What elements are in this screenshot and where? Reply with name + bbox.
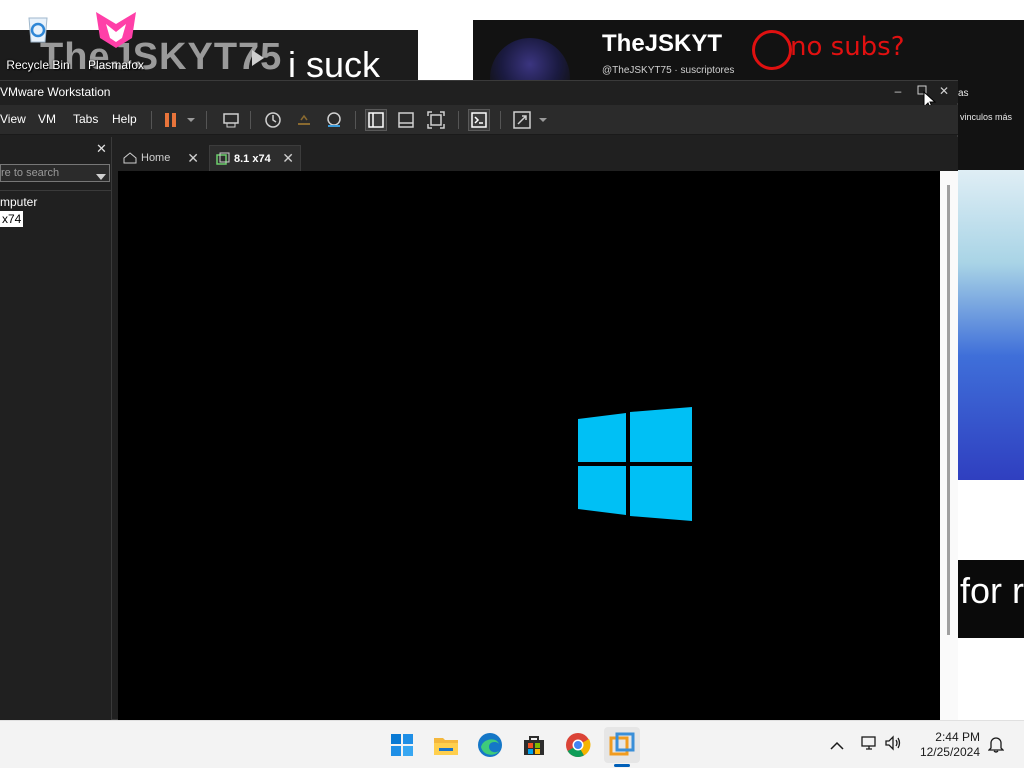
minimize-button[interactable]: – <box>886 81 910 103</box>
send-ctrl-alt-del-icon[interactable] <box>220 109 242 131</box>
wallpaper-bottom-block <box>958 638 1024 720</box>
menu-vm[interactable]: VM <box>38 112 56 126</box>
running-indicator <box>614 764 630 767</box>
tab-bar: Home ✕ 8.1 x74 ✕ <box>113 137 958 171</box>
play-triangle-icon <box>252 50 264 66</box>
clock-date: 12/25/2024 <box>919 745 980 759</box>
menu-toolbar: View VM Tabs Help <box>0 105 958 135</box>
library-search-input[interactable]: re to search <box>0 164 110 182</box>
windows-start-icon <box>391 734 413 756</box>
desktop-icon-label: Recycle Bin <box>6 58 70 72</box>
tab-vm[interactable]: 8.1 x74 ✕ <box>209 145 301 171</box>
menu-help[interactable]: Help <box>112 112 137 126</box>
window-title: VMware Workstation <box>0 85 111 99</box>
handwritten-note: no subs? <box>790 32 905 62</box>
wallpaper-side-text: vinculos más <box>960 112 1013 122</box>
vmware-window: VMware Workstation – ✕ View VM Tabs Help… <box>0 80 958 721</box>
toolbar-separator <box>250 111 251 129</box>
start-button[interactable] <box>384 727 420 763</box>
pause-icon[interactable] <box>160 109 182 131</box>
taskbar-chrome[interactable] <box>560 727 596 763</box>
revert-snapshot-icon[interactable] <box>293 109 315 131</box>
tab-label: 8.1 x74 <box>234 152 271 165</box>
channel-subline: @TheJSKYT75 · suscriptores <box>602 65 735 76</box>
desktop-icon-recycle-bin[interactable]: Recycle Bin <box>4 10 72 72</box>
volume-icon[interactable] <box>884 735 902 756</box>
home-icon <box>123 152 137 164</box>
network-icon[interactable] <box>860 735 878 756</box>
taskbar-vmware[interactable] <box>604 727 640 763</box>
clock-time: 2:44 PM <box>935 730 980 744</box>
vmware-icon <box>609 732 635 756</box>
desktop-icon-plasmafox[interactable]: Plasmafox <box>82 10 150 72</box>
folder-icon <box>434 738 458 755</box>
snapshot-icon[interactable] <box>262 109 284 131</box>
show-library-icon[interactable] <box>365 109 387 131</box>
vm-icon <box>216 152 230 165</box>
windows-logo-icon <box>578 407 692 521</box>
wallpaper-side-text-top: as <box>958 88 969 99</box>
close-tab-icon[interactable]: ✕ <box>282 150 294 167</box>
toolbar-separator <box>151 111 152 129</box>
taskbar-file-explorer[interactable] <box>428 727 464 763</box>
toolbar-separator <box>206 111 207 129</box>
title-bar[interactable]: VMware Workstation – ✕ <box>0 81 958 111</box>
library-tree: mputer x74 <box>0 190 112 721</box>
chevron-down-icon[interactable] <box>536 109 550 131</box>
show-thumbnail-bar-icon[interactable] <box>395 109 417 131</box>
close-library-icon[interactable]: ✕ <box>96 141 107 157</box>
desktop-icon-label: Plasmafox <box>87 58 145 72</box>
menu-tabs[interactable]: Tabs <box>73 112 98 126</box>
taskbar: 2:44 PM 12/25/2024 <box>0 720 1024 768</box>
recycle-bin-icon <box>20 10 56 46</box>
snapshot-manager-icon[interactable] <box>323 109 345 131</box>
toolbar-separator <box>458 111 459 129</box>
toolbar-separator <box>355 111 356 129</box>
plasmafox-icon <box>96 10 136 48</box>
clock[interactable]: 2:44 PM 12/25/2024 <box>910 730 980 760</box>
channel-name: TheJSKYT <box>602 30 723 57</box>
toolbar-separator <box>500 111 501 129</box>
chevron-down-icon[interactable] <box>184 109 198 131</box>
handwritten-circle <box>752 30 792 70</box>
scrollbar-thumb[interactable] <box>947 185 950 635</box>
taskbar-edge[interactable] <box>472 727 508 763</box>
notification-bell-icon[interactable] <box>987 735 1005 758</box>
library-search-placeholder: re to search <box>1 167 60 179</box>
wallpaper-bottom-text: for r <box>960 570 1024 611</box>
close-tab-icon[interactable]: ✕ <box>187 150 199 167</box>
taskbar-store[interactable] <box>516 727 552 763</box>
stretch-guest-icon[interactable] <box>511 109 533 131</box>
tab-home[interactable]: Home ✕ <box>117 145 205 171</box>
store-icon <box>524 736 544 755</box>
wallpaper-banner-text: TheJSKYT75 <box>40 36 283 78</box>
chrome-icon <box>566 733 591 758</box>
menu-view[interactable]: View <box>0 112 26 126</box>
search-dropdown-icon[interactable] <box>96 168 106 186</box>
wallpaper-picture <box>958 170 1024 480</box>
tree-item-my-computer[interactable]: mputer <box>0 195 37 209</box>
show-hidden-icons-chevron-icon[interactable] <box>830 738 844 756</box>
wallpaper-white-block <box>958 480 1024 560</box>
tree-item-vm[interactable]: x74 <box>0 211 24 227</box>
tab-label: Home <box>141 152 171 164</box>
edge-icon <box>478 733 502 757</box>
vm-console-screen[interactable] <box>118 171 940 721</box>
console-view-icon[interactable] <box>468 109 490 131</box>
library-panel: ✕ re to search mputer x74 <box>0 137 112 721</box>
full-screen-icon[interactable] <box>425 109 447 131</box>
